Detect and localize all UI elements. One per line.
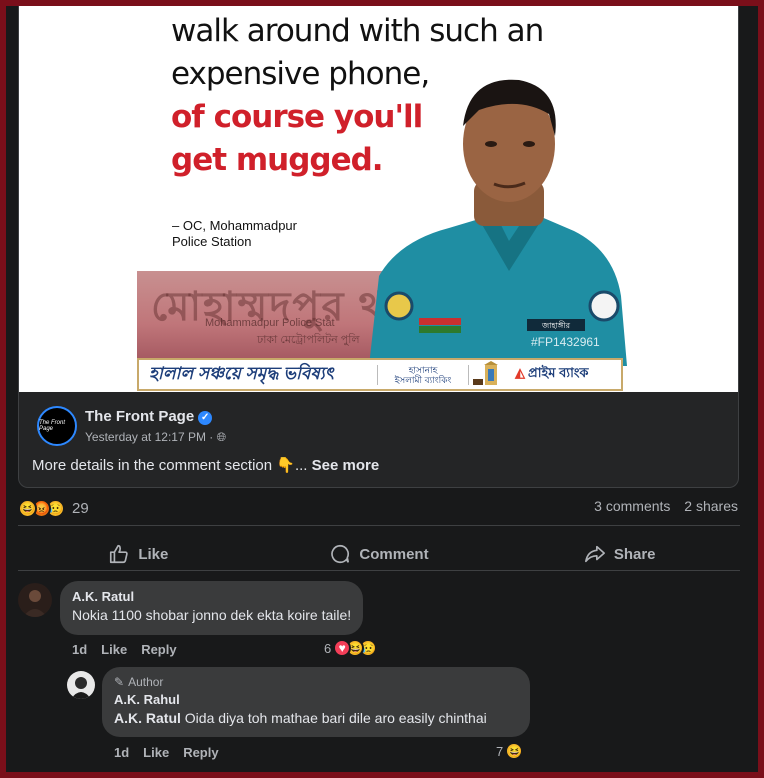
bank-ad-strip: হালাল সঞ্চয়ে সমৃদ্ধ ভবিষ্যৎ হাসানাহ ইসল… [137, 358, 623, 391]
prime-bank-logo-icon: ◭ [515, 365, 525, 380]
avatar[interactable] [67, 671, 95, 699]
post-image[interactable]: walk around with such an expensive phone… [19, 6, 738, 392]
divider [18, 525, 740, 526]
ad-slogan: হালাল সঞ্চয়ে সমৃদ্ধ ভবিষ্যৎ [149, 363, 334, 383]
ad-prime-bank: ◭ প্রাইম ব্যাংক [509, 364, 589, 385]
page-name: The Front Page [85, 408, 195, 425]
attribution-line: Police Station [172, 234, 252, 249]
post-time-text: Yesterday at 12:17 PM · [85, 430, 217, 444]
lantern-icon [473, 360, 498, 385]
comment-reply-button[interactable]: Reply [183, 745, 218, 760]
comment-reply-button[interactable]: Reply [141, 642, 176, 657]
comment-text: Nokia 1100 shobar jonno dek ekta koire t… [72, 607, 352, 623]
badge-text: #FP1432961 [531, 335, 600, 349]
post-text: More details in the comment section 👇...… [32, 456, 379, 474]
page-avatar[interactable]: The Front Page [37, 406, 77, 446]
thumbs-up-icon [110, 544, 129, 564]
divider [18, 570, 740, 571]
haha-reaction-icon: 😆 [18, 498, 37, 518]
post-header: The Front Page The Front Page ✓ Yesterday… [37, 406, 637, 446]
author-badge-label: Author [128, 675, 164, 689]
avatar-logo-text: The Front Page [39, 420, 66, 432]
comment-reaction-count: 6 [324, 640, 332, 656]
comment-author[interactable]: A.K. Ratul [72, 589, 351, 604]
quote-attribution: – OC, Mohammadpur Police Station [172, 218, 297, 250]
haha-reaction-icon: 😆 [505, 742, 524, 760]
comment-like-button[interactable]: Like [101, 642, 127, 657]
shares-count-link[interactable]: 2 shares [684, 498, 738, 514]
avatar[interactable] [18, 583, 52, 617]
comment-reactions[interactable]: 7 😆 [496, 742, 524, 760]
comment-time[interactable]: 1d [72, 642, 87, 657]
comment-time[interactable]: 1d [114, 745, 129, 760]
comment-icon [331, 544, 350, 564]
comment-bubble: A.K. Ratul Nokia 1100 shobar jonno dek e… [60, 581, 364, 635]
reaction-count: 29 [72, 499, 89, 517]
globe-icon: 🌐︎ [216, 430, 227, 444]
ad-bank-name: প্রাইম ব্যাংক [528, 365, 589, 380]
verified-badge-icon: ✓ [198, 411, 213, 425]
reaction-summary[interactable]: 😆 😡 😥 29 [18, 497, 89, 519]
reply-bubble: ✎ Author A.K. Rahul A.K. Ratul Oida diya … [102, 667, 530, 737]
comment-label: Comment [359, 545, 429, 563]
comment-text: A.K. Ratul Oida diya toh mathae bari dil… [114, 710, 518, 726]
reply-text: Oida diya toh mathae bari dile aro easil… [180, 710, 487, 726]
author-badge: ✎ Author [114, 675, 518, 689]
post-body: More details in the comment section 👇... [32, 457, 312, 474]
share-icon [584, 545, 605, 563]
post-timestamp[interactable]: Yesterday at 12:17 PM · 🌐︎ [85, 430, 226, 445]
nameplate-text: জাহাঙ্গীর [541, 320, 571, 330]
comment-reaction-count: 7 [496, 743, 504, 759]
like-label: Like [138, 545, 169, 563]
sign-english-text: Mohammadpur Police Stat [205, 317, 335, 329]
post-card: walk around with such an expensive phone… [18, 6, 739, 488]
ad-mid-line: ইসলামী ব্যাংকিং [394, 374, 452, 385]
pencil-icon: ✎ [114, 675, 125, 689]
comment-like-button[interactable]: Like [143, 745, 169, 760]
comment-reactions[interactable]: 6 ♥ 😆 😥 [324, 639, 378, 657]
share-label: Share [613, 545, 656, 563]
page-frame: walk around with such an expensive phone… [6, 6, 758, 772]
post-stats: 3 comments 2 shares [584, 498, 738, 514]
comment-meta: 1d Like Reply [114, 745, 219, 760]
ad-mid-line: হাসানাহ [408, 364, 438, 375]
comment-author[interactable]: A.K. Rahul [114, 692, 518, 707]
comments-count-link[interactable]: 3 comments [594, 498, 670, 514]
sign-bangla-text: ঢাকা মেট্রোপলিটন পুলি [257, 334, 360, 346]
comment-meta: 1d Like Reply [72, 642, 177, 657]
attribution-line: – OC, Mohammadpur [172, 218, 297, 233]
see-more-link[interactable]: See more [312, 457, 380, 474]
officer-photo: জাহাঙ্গীর #FP1432961 [369, 79, 627, 366]
page-name-link[interactable]: The Front Page ✓ [85, 408, 213, 425]
ad-hasanah: হাসানাহ ইসলামী ব্যাংকিং [377, 364, 469, 385]
quote-line: walk around with such an [171, 13, 544, 49]
mention-link[interactable]: A.K. Ratul [114, 710, 181, 726]
